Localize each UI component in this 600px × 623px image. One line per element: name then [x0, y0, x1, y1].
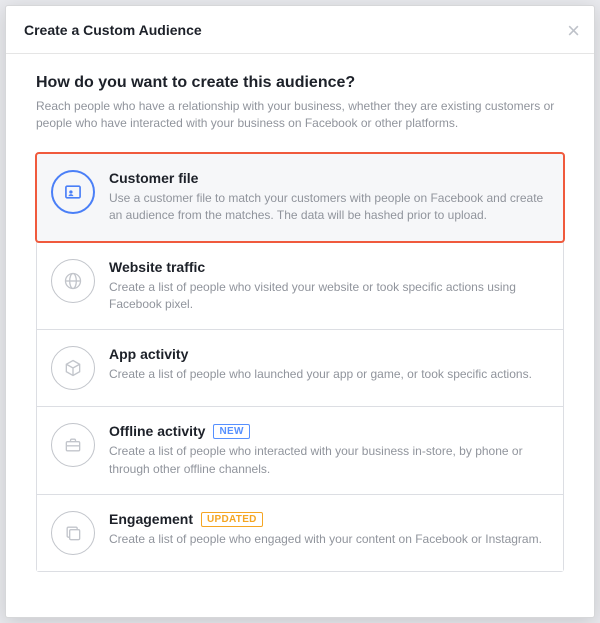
option-title: Customer file — [109, 170, 198, 186]
option-desc: Create a list of people who engaged with… — [109, 531, 549, 548]
option-desc: Create a list of people who visited your… — [109, 279, 549, 314]
briefcase-icon — [51, 423, 95, 467]
option-desc: Create a list of people who launched you… — [109, 366, 549, 383]
option-title: Engagement — [109, 511, 193, 527]
option-list: Customer file Use a customer file to mat… — [36, 153, 564, 572]
option-offline-activity[interactable]: Offline activity NEW Create a list of pe… — [37, 407, 563, 495]
dialog-header: Create a Custom Audience × — [6, 6, 594, 54]
option-website-traffic[interactable]: Website traffic Create a list of people … — [37, 243, 563, 331]
option-customer-file[interactable]: Customer file Use a customer file to mat… — [35, 152, 565, 243]
close-icon[interactable]: × — [567, 20, 580, 42]
option-app-activity[interactable]: App activity Create a list of people who… — [37, 330, 563, 407]
dialog-body: How do you want to create this audience?… — [6, 54, 594, 596]
updated-badge: UPDATED — [201, 512, 263, 527]
new-badge: NEW — [213, 424, 249, 439]
option-title: Website traffic — [109, 259, 205, 275]
cube-icon — [51, 346, 95, 390]
option-title: Offline activity — [109, 423, 205, 439]
intro-subtitle: How do you want to create this audience? — [36, 74, 564, 92]
intro-subtext: Reach people who have a relationship wit… — [36, 98, 564, 133]
customer-file-icon — [51, 170, 95, 214]
stack-icon — [51, 511, 95, 555]
globe-icon — [51, 259, 95, 303]
option-title: App activity — [109, 346, 188, 362]
dialog-title: Create a Custom Audience — [24, 22, 202, 38]
option-desc: Use a customer file to match your custom… — [109, 190, 549, 225]
option-engagement[interactable]: Engagement UPDATED Create a list of peop… — [37, 495, 563, 571]
option-desc: Create a list of people who interacted w… — [109, 443, 549, 478]
create-audience-dialog: Create a Custom Audience × How do you wa… — [5, 5, 595, 618]
